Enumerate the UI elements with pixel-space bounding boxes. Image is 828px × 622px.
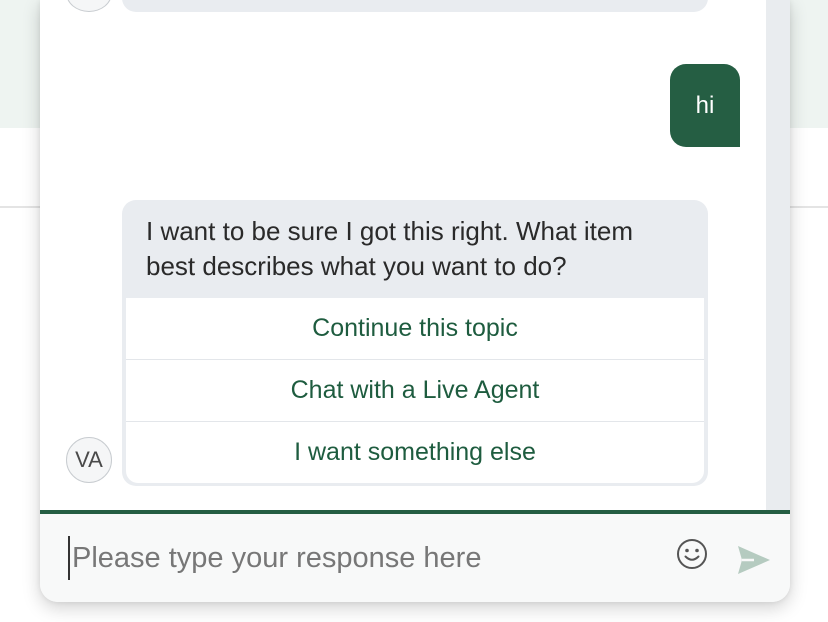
bot-message-text: I want to be sure I got this right. What… <box>146 216 633 281</box>
smiley-icon[interactable] <box>676 538 708 570</box>
bot-message-card: I want to be sure I got this right. What… <box>122 200 708 486</box>
user-message-bubble: hi <box>670 64 740 147</box>
quick-reply-options: Continue this topic Chat with a Live Age… <box>126 298 704 483</box>
message-composer <box>40 510 790 602</box>
option-live-agent[interactable]: Chat with a Live Agent <box>126 360 704 422</box>
bot-avatar: VA <box>66 437 112 483</box>
response-input[interactable] <box>68 536 654 580</box>
user-message-text: hi <box>695 91 715 119</box>
chat-window: hi I want to be sure I got this right. W… <box>40 0 790 602</box>
previous-bot-avatar <box>66 0 112 12</box>
previous-bot-message <box>122 0 708 12</box>
option-something-else[interactable]: I want something else <box>126 422 704 483</box>
option-continue-topic[interactable]: Continue this topic <box>126 298 704 360</box>
send-icon[interactable] <box>736 544 772 576</box>
chat-scrollbar[interactable] <box>766 0 790 510</box>
